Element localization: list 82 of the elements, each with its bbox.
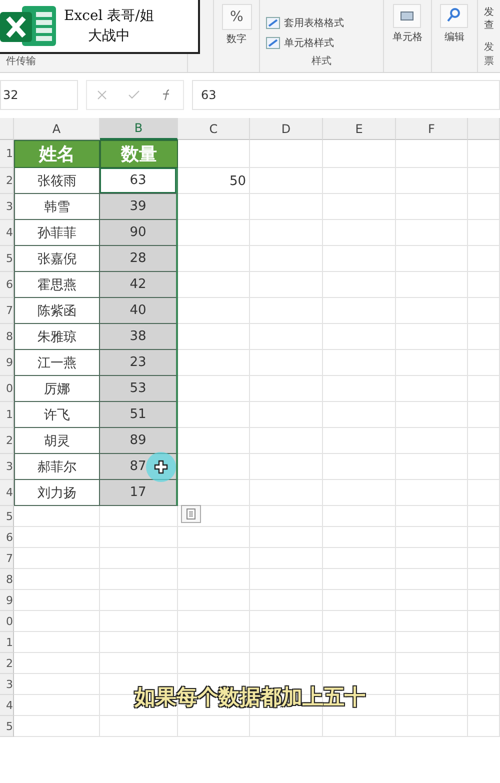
column-header[interactable]: F [396, 118, 468, 140]
row-header[interactable]: 4 [0, 480, 14, 506]
table-format-icon [266, 17, 280, 29]
table-cell: 刘力扬 [14, 480, 100, 506]
row-header[interactable]: 1 [0, 402, 14, 428]
row-header[interactable]: 9 [0, 590, 14, 611]
row-header[interactable]: 0 [0, 611, 14, 632]
row-header[interactable]: 1 [0, 632, 14, 653]
row-header[interactable]: 0 [0, 376, 14, 402]
table-cell: 53 [100, 376, 178, 402]
row-header[interactable]: 7 [0, 548, 14, 569]
group-label: 件传输 [6, 55, 36, 68]
style-menu-button[interactable]: 套用表格格式 [266, 16, 344, 30]
paste-options-icon[interactable] [181, 505, 201, 523]
table-cell: 38 [100, 324, 178, 350]
row-header[interactable]: 3 [0, 194, 14, 220]
table-cell: 陈紫函 [14, 298, 100, 324]
header-cell: 数量 [100, 140, 178, 168]
table-cell: 张筱雨 [14, 168, 100, 194]
row-header[interactable]: 2 [0, 653, 14, 674]
row-header[interactable]: 5 [0, 506, 14, 527]
row-header[interactable]: 2 [0, 168, 14, 194]
table-cell: 张嘉倪 [14, 246, 100, 272]
table-cell: 韩雪 [14, 194, 100, 220]
close-icon[interactable] [97, 90, 108, 100]
row-header[interactable]: 7 [0, 298, 14, 324]
formula-field[interactable]: 63 [192, 80, 500, 110]
table-cell-text: 50 [228, 172, 247, 190]
row-header[interactable]: 4 [0, 695, 14, 716]
table-cell: 胡灵 [14, 428, 100, 454]
row-header[interactable]: 5 [0, 246, 14, 272]
row-header[interactable]: 2 [0, 428, 14, 454]
logo-subtitle: 大战中 [88, 27, 130, 46]
table-cell: 厉娜 [14, 376, 100, 402]
row-header[interactable]: 5 [0, 716, 14, 737]
table-cell: 郝菲尔 [14, 454, 100, 480]
table-cell: 40 [100, 298, 178, 324]
group-label: 样式 [312, 54, 332, 68]
row-header[interactable]: 9 [0, 350, 14, 376]
row-header[interactable]: 3 [0, 674, 14, 695]
edit-button[interactable]: 编辑 [440, 4, 468, 44]
table-cell: 许飞 [14, 402, 100, 428]
row-header[interactable]: 4 [0, 220, 14, 246]
table-cell: 17 [100, 480, 178, 506]
column-header[interactable]: E [323, 118, 396, 140]
search-icon [440, 4, 468, 28]
column-header[interactable]: B [100, 118, 178, 140]
column-header[interactable]: A [14, 118, 100, 140]
column-header[interactable]: C [178, 118, 250, 140]
check-icon[interactable] [128, 90, 140, 100]
style-menu-button[interactable]: 单元格样式 [266, 36, 344, 50]
name-box[interactable]: 32 [0, 80, 78, 110]
table-cell: 霍思燕 [14, 272, 100, 298]
invoice-button[interactable]: 发 查 [484, 6, 494, 32]
column-header[interactable]: D [250, 118, 323, 140]
column-header[interactable] [468, 118, 500, 140]
row-header[interactable]: 8 [0, 324, 14, 350]
cross-cursor-icon [154, 460, 168, 474]
cells-icon [393, 4, 422, 28]
logo-title: Excel 表哥/姐 [64, 7, 154, 26]
table-cell: 孙菲菲 [14, 220, 100, 246]
select-all-corner[interactable] [0, 118, 14, 140]
table-cell: 23 [100, 350, 178, 376]
table-cell: 28 [100, 246, 178, 272]
table-cell: 90 [100, 220, 178, 246]
table-format-icon [266, 37, 280, 49]
table-cell: 朱雅琼 [14, 324, 100, 350]
table-cell: 63 [100, 168, 178, 194]
header-cell: 姓名 [14, 140, 100, 168]
group-label: 发票 [484, 41, 494, 68]
table-cell: 42 [100, 272, 178, 298]
video-caption: 如果每个数据都加上五十 [134, 684, 366, 711]
table-cell: 39 [100, 194, 178, 220]
row-header[interactable]: 6 [0, 272, 14, 298]
table-cell: 51 [100, 402, 178, 428]
row-header[interactable]: 1 [0, 140, 14, 168]
row-header[interactable]: 3 [0, 454, 14, 480]
row-header[interactable]: 8 [0, 569, 14, 590]
table-cell: 89 [100, 428, 178, 454]
table-cell: 江一燕 [14, 350, 100, 376]
cells-button[interactable]: 单元格 [392, 4, 422, 44]
row-header[interactable]: 6 [0, 527, 14, 548]
